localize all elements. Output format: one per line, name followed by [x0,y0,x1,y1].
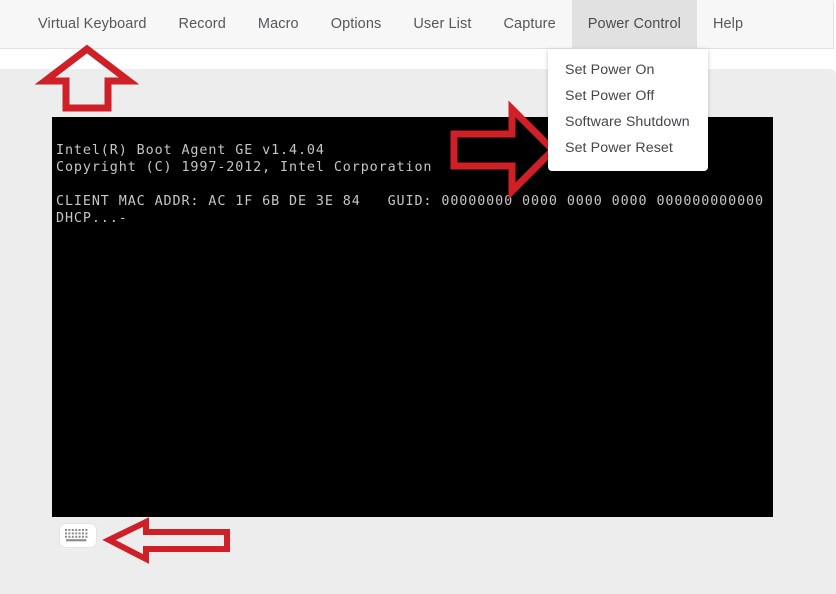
dropdown-item-set-power-reset[interactable]: Set Power Reset [548,135,708,161]
menu-item-user-list[interactable]: User List [397,0,487,48]
menu-item-label: Options [330,16,382,32]
main-menu-bar: Virtual Keyboard Record Macro Options Us… [0,0,834,49]
menu-item-label: Help [712,16,744,32]
menu-item-power-control[interactable]: Power Control [571,0,697,48]
menu-item-label: Capture [503,16,556,32]
dropdown-item-label: Set Power Reset [565,140,673,156]
dropdown-item-set-power-on[interactable]: Set Power On [548,57,708,83]
menu-item-help[interactable]: Help [697,0,759,48]
dropdown-item-label: Set Power Off [565,88,655,104]
remote-console-screen[interactable]: Intel(R) Boot Agent GE v1.4.04 Copyright… [52,117,773,517]
menu-item-virtual-keyboard[interactable]: Virtual Keyboard [22,0,163,48]
dropdown-item-label: Software Shutdown [565,114,690,130]
dropdown-item-software-shutdown[interactable]: Software Shutdown [548,109,708,135]
menu-item-macro[interactable]: Macro [242,0,315,48]
menubar-content-separator [0,49,836,69]
menu-item-label: Virtual Keyboard [38,16,147,32]
menu-item-label: Macro [257,16,299,32]
dropdown-item-set-power-off[interactable]: Set Power Off [548,83,708,109]
dropdown-item-label: Set Power On [565,62,655,78]
menu-item-label: Record [178,16,226,32]
menu-item-label: User List [413,16,472,32]
power-control-dropdown-menu: Set Power On Set Power Off Software Shut… [548,49,708,171]
keyboard-icon-glyph [65,529,88,542]
keyboard-icon[interactable] [60,524,96,547]
menu-item-capture[interactable]: Capture [487,0,571,48]
menu-item-record[interactable]: Record [163,0,242,48]
menu-item-options[interactable]: Options [315,0,398,48]
menu-item-list: Virtual Keyboard Record Macro Options Us… [0,0,833,48]
menu-item-label: Power Control [587,16,681,32]
